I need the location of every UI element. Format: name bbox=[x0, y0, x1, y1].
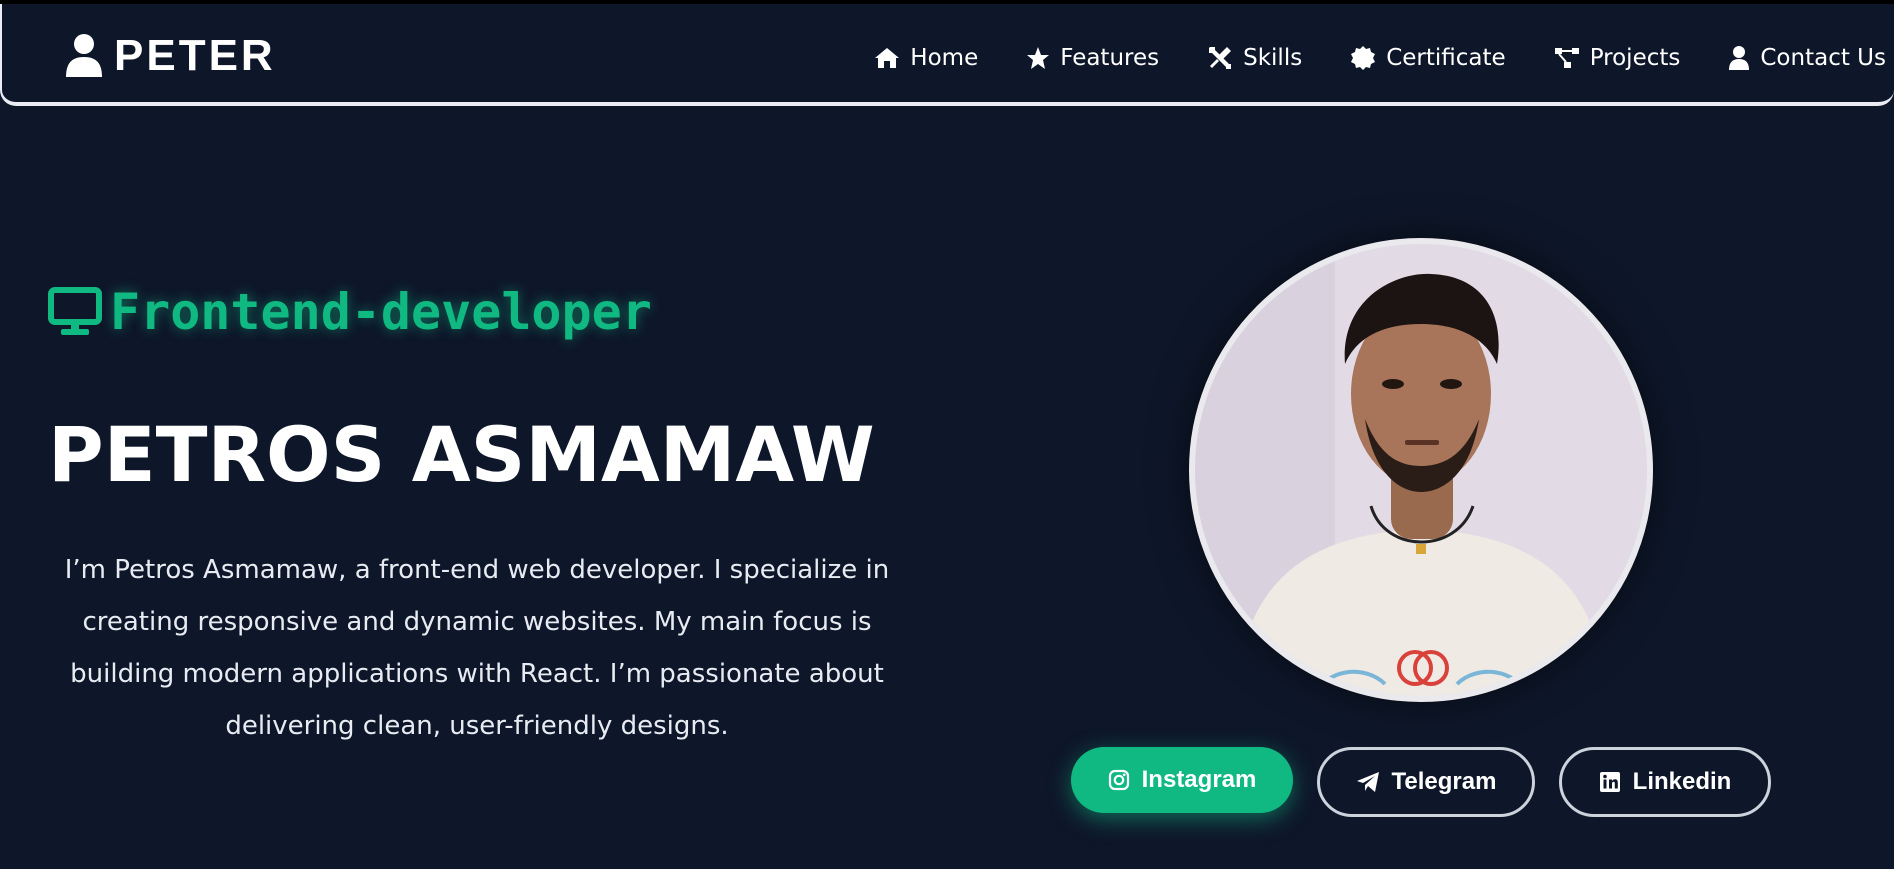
nav-item-skills[interactable]: Skills bbox=[1207, 45, 1302, 71]
profile-photo bbox=[1195, 244, 1647, 696]
role-text: Frontend-developer bbox=[110, 283, 652, 341]
user-icon bbox=[1729, 46, 1750, 70]
user-icon bbox=[66, 34, 102, 77]
nav-label-features: Features bbox=[1060, 45, 1160, 71]
linkedin-button[interactable]: Linkedin bbox=[1559, 747, 1771, 817]
nav-label-home: Home bbox=[910, 45, 979, 71]
star-icon bbox=[1027, 47, 1050, 69]
avatar bbox=[1189, 238, 1653, 702]
role-title: Frontend-developer bbox=[48, 282, 652, 342]
telegram-button[interactable]: Telegram bbox=[1317, 747, 1535, 817]
nav-item-home[interactable]: Home bbox=[874, 45, 978, 71]
instagram-icon bbox=[1108, 769, 1129, 791]
instagram-label: Instagram bbox=[1141, 766, 1257, 793]
nav-item-certificate[interactable]: Certificate bbox=[1350, 45, 1506, 71]
home-icon bbox=[875, 48, 900, 68]
linkedin-icon bbox=[1599, 772, 1620, 792]
instagram-button[interactable]: Instagram bbox=[1071, 747, 1293, 813]
linkedin-label: Linkedin bbox=[1632, 768, 1732, 795]
nav-item-contact[interactable]: Contact Us bbox=[1728, 45, 1886, 71]
nav-label-projects: Projects bbox=[1589, 45, 1681, 71]
main-nav: Home Features Skills Certificate Project… bbox=[826, 38, 1886, 78]
hero-bio: I’m Petros Asmamaw, a front-end web deve… bbox=[64, 555, 890, 741]
social-links: Instagram Telegram Linkedin bbox=[1071, 747, 1771, 817]
hero-name: PETROS ASMAMAW bbox=[48, 410, 875, 499]
monitor-icon bbox=[48, 287, 102, 335]
nav-label-skills: Skills bbox=[1243, 45, 1303, 71]
project-diagram-icon bbox=[1554, 48, 1579, 68]
telegram-label: Telegram bbox=[1391, 768, 1497, 795]
nav-item-features[interactable]: Features bbox=[1026, 45, 1159, 71]
brand-logo[interactable]: PETER bbox=[64, 28, 276, 84]
telegram-icon bbox=[1356, 772, 1379, 792]
badge-icon bbox=[1351, 46, 1376, 70]
tools-icon bbox=[1209, 47, 1232, 69]
navbar: PETER Home Features Skills Certificate P… bbox=[0, 4, 1894, 106]
nav-label-certificate: Certificate bbox=[1386, 45, 1506, 71]
nav-label-contact: Contact Us bbox=[1760, 45, 1886, 71]
brand-text: PETER bbox=[114, 31, 276, 80]
nav-item-projects[interactable]: Projects bbox=[1554, 45, 1681, 71]
